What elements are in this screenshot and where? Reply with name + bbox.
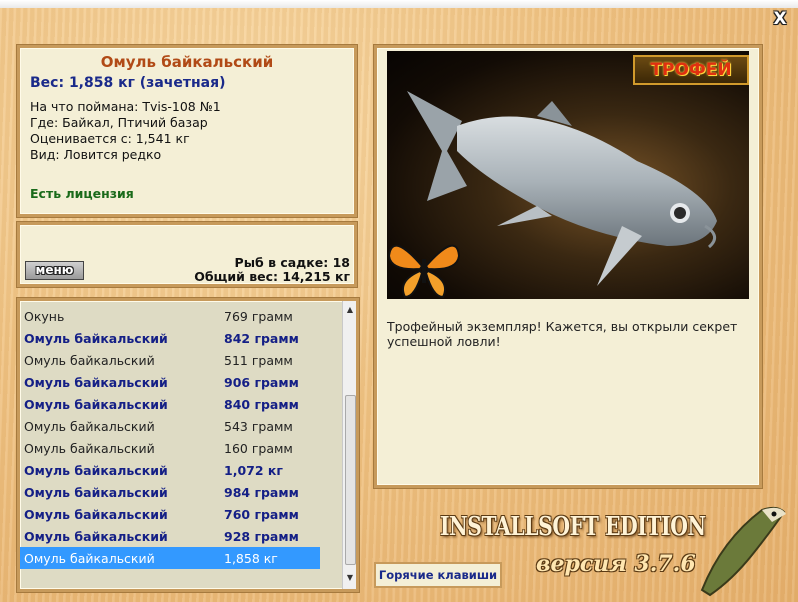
fish-weight: Вес: 1,858 кг (зачетная): [30, 75, 226, 91]
menu-button[interactable]: меню: [25, 261, 84, 280]
list-item-fish-name: Омуль байкальский: [24, 507, 168, 522]
fish-count: Рыб в садке: 18: [234, 255, 350, 270]
list-item[interactable]: Омуль байкальский 543 грамм: [20, 415, 320, 437]
list-item[interactable]: Окунь 769 грамм: [20, 305, 320, 327]
fish-title: Омуль байкальский: [100, 53, 274, 71]
version-label: версия 3.7.6: [536, 551, 696, 577]
list-item[interactable]: Омуль байкальский 842 грамм: [20, 327, 320, 349]
scroll-down-icon[interactable]: ▼: [343, 571, 356, 585]
list-item-weight: 543 грамм: [224, 419, 293, 434]
list-item-weight: 760 грамм: [224, 507, 299, 522]
list-item-fish-name: Омуль байкальский: [24, 551, 155, 566]
trophy-badge: ТРОФЕЙ: [633, 55, 749, 85]
list-item-fish-name: Омуль байкальский: [24, 441, 155, 456]
list-item-weight: 840 грамм: [224, 397, 299, 412]
hotkeys-button[interactable]: Горячие клавиши: [374, 562, 502, 588]
scroll-up-icon[interactable]: ▲: [343, 303, 356, 317]
list-item-fish-name: Омуль байкальский: [24, 485, 168, 500]
list-item-weight: 769 грамм: [224, 309, 293, 324]
list-item-weight: 984 грамм: [224, 485, 299, 500]
list-item-weight: 842 грамм: [224, 331, 299, 346]
list-item-fish-name: Омуль байкальский: [24, 463, 168, 478]
list-item-fish-name: Омуль байкальский: [24, 353, 155, 368]
pike-logo-icon: [700, 506, 786, 597]
fish-info-panel: Омуль байкальский Вес: 1,858 кг (зачетна…: [17, 45, 357, 217]
license-status: Есть лицензия: [30, 186, 134, 201]
close-icon[interactable]: X: [769, 9, 791, 29]
list-item-fish-name: Омуль байкальский: [24, 375, 168, 390]
list-item-weight: 928 грамм: [224, 529, 299, 544]
catch-description: Трофейный экземпляр! Кажется, вы открыли…: [387, 319, 738, 349]
brand-logo-text: INSTALLSOFT EDITION: [440, 512, 706, 542]
bait-info: На что поймана: Tvis-108 №1: [30, 99, 221, 114]
list-item-weight: 1,858 кг: [224, 551, 278, 566]
list-item[interactable]: Омуль байкальский 840 грамм: [20, 393, 320, 415]
list-item-weight: 160 грамм: [224, 441, 293, 456]
list-scrollbar[interactable]: ▲ ▼: [342, 301, 356, 589]
fish-photo: ТРОФЕЙ: [387, 51, 749, 299]
list-item[interactable]: Омуль байкальский 160 грамм: [20, 437, 320, 459]
list-item-weight: 511 грамм: [224, 353, 293, 368]
list-item[interactable]: Омуль байкальский 984 грамм: [20, 481, 320, 503]
kind-info: Вид: Ловится редко: [30, 147, 162, 162]
list-item[interactable]: Омуль байкальский 511 грамм: [20, 349, 320, 371]
list-item[interactable]: Омуль байкальский 1,072 кг: [20, 459, 320, 481]
list-item-fish-name: Омуль байкальский: [24, 397, 168, 412]
total-weight: Общий вес: 14,215 кг: [194, 269, 350, 284]
butterfly-image: [387, 244, 461, 299]
rated-from-info: Оценивается с: 1,541 кг: [30, 131, 190, 146]
list-item-selected[interactable]: Омуль байкальский 1,858 кг: [20, 547, 320, 569]
list-item-fish-name: Окунь: [24, 309, 65, 324]
scroll-thumb[interactable]: [345, 395, 356, 565]
list-item-fish-name: Омуль байкальский: [24, 331, 168, 346]
cage-stats-panel: меню Рыб в садке: 18 Общий вес: 14,215 к…: [17, 222, 357, 287]
list-item[interactable]: Омуль байкальский 928 грамм: [20, 525, 320, 547]
list-item-weight: 1,072 кг: [224, 463, 283, 478]
window-top-strip: [0, 0, 798, 8]
list-item-fish-name: Омуль байкальский: [24, 419, 155, 434]
list-item-weight: 906 грамм: [224, 375, 299, 390]
list-item[interactable]: Омуль байкальский 760 грамм: [20, 503, 320, 525]
fish-photo-panel: ТРОФЕЙ Трофейный экземпляр! Кажется, вы …: [374, 45, 762, 488]
list-item-fish-name: Омуль байкальский: [24, 529, 168, 544]
list-item[interactable]: Омуль байкальский 906 грамм: [20, 371, 320, 393]
place-info: Где: Байкал, Птичий базар: [30, 115, 208, 130]
catch-list: Окунь 769 грамм Омуль байкальский 842 грамм…: [17, 298, 359, 592]
